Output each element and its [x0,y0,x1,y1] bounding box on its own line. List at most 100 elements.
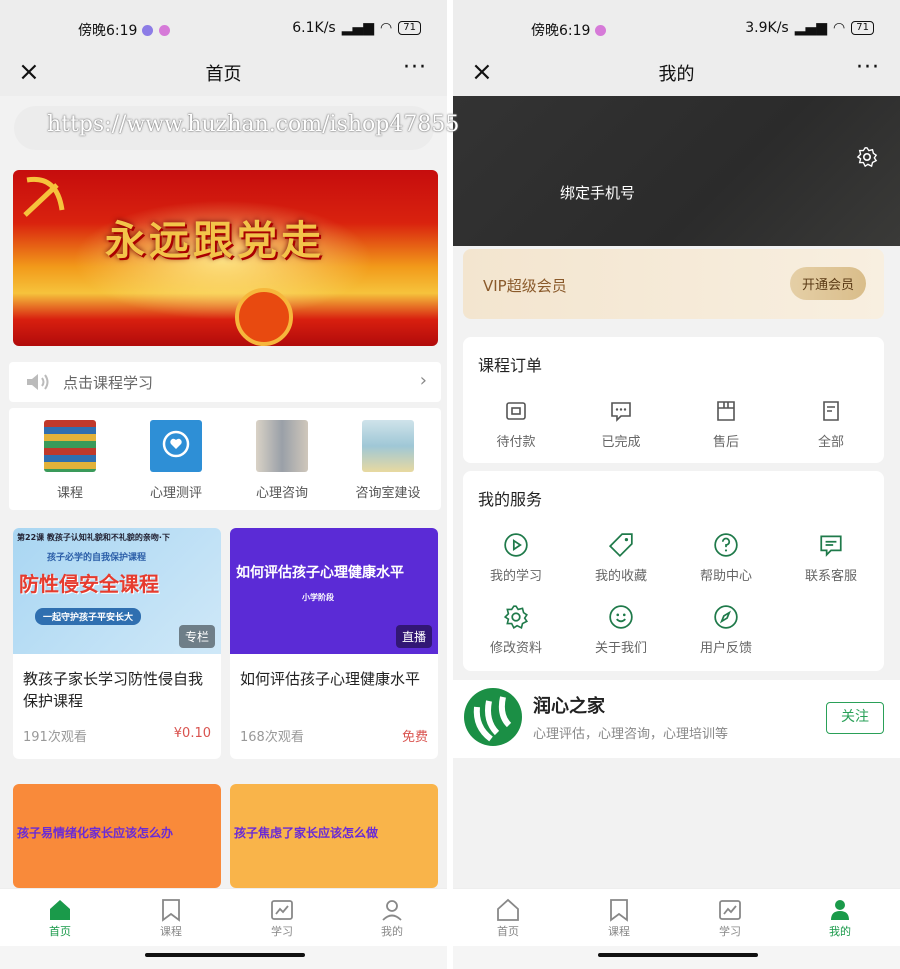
tab-label: 学习 [719,925,741,938]
tab-bar: 首页 课程 学习 我的 [453,888,900,946]
order-all[interactable]: 全部 [791,397,871,450]
category-assessment[interactable]: 心理测评 [131,420,221,501]
orders-panel: 课程订单 待付款 已完成 售后 全部 [463,337,884,463]
service-my-study[interactable]: 我的学习 [476,531,556,584]
services-title: 我的服务 [478,490,543,509]
brand-card: 润心之家 心理评估，心理咨询，心理培训等 关注 [453,680,900,758]
chart-icon [700,897,760,923]
settings-gear-icon[interactable] [856,146,878,168]
cover-sub: 小学阶段 [302,593,334,602]
follow-button[interactable]: 关注 [826,702,884,734]
card-badge: 专栏 [178,625,215,648]
wifi-icon: ◠ [380,20,393,36]
course-cover: 孩子焦虑了家长应该怎么做 [230,784,438,888]
card-views: 191次观看 [23,730,87,745]
compass-icon [686,603,766,631]
home-icon [478,897,538,923]
service-help-center[interactable]: 帮助中心 [686,531,766,584]
network-speed: 3.9K/s [745,20,789,36]
item-label: 修改资料 [489,641,542,656]
category-label: 咨询室建设 [355,486,421,501]
user-icon [810,897,870,923]
service-contact[interactable]: 联系客服 [791,531,871,584]
tab-courses[interactable]: 课程 [141,897,201,939]
service-feedback[interactable]: 用户反馈 [686,603,766,656]
tab-mine[interactable]: 我的 [810,897,870,939]
home-indicator [0,946,447,969]
status-time: 傍晚6:19 [78,23,138,39]
banner-carousel[interactable]: 永远跟党走 [13,170,438,346]
nav-bar: × 我的 ··· [453,52,900,96]
banner-slogan: 永远跟党走 [105,217,325,264]
category-label: 心理测评 [149,486,202,501]
service-about[interactable]: 关于我们 [581,603,661,656]
cover-title: 如何评估孩子心理健康水平 [236,565,404,581]
head-heart-icon [150,420,202,472]
open-vip-button[interactable]: 开通会员 [789,267,866,300]
course-cover: 孩子易情绪化家长应该怎么办 [13,784,221,888]
course-card[interactable]: 如何评估孩子心理健康水平 小学阶段 直播 如何评估孩子心理健康水平 168次观看… [230,528,438,759]
bookmark-icon [589,897,649,923]
tab-study[interactable]: 学习 [252,897,312,939]
status-right: 6.1K/s ▂▄▆ ◠ 71 [292,20,421,36]
card-price: 免费 [401,730,428,745]
more-icon[interactable]: ··· [403,52,427,84]
tab-home[interactable]: 首页 [478,897,538,939]
home-indicator [453,946,900,969]
cover-sub: 孩子必学的自我保护课程 [47,553,147,563]
cover-title: 孩子易情绪化家长应该怎么办 [17,826,174,840]
room-photo-icon [362,420,414,472]
item-label: 用户反馈 [699,641,752,656]
notification-icons [142,24,176,40]
store-icon [686,397,766,425]
signal-icon: ▂▄▆ [341,20,375,36]
category-consult[interactable]: 心理咨询 [237,420,327,501]
tab-label: 首页 [49,925,71,938]
item-label: 联系客服 [804,569,857,584]
card-title: 教孩子家长学习防性侵自我保护课程 [23,670,204,710]
order-completed[interactable]: 已完成 [581,397,661,450]
order-pending-payment[interactable]: 待付款 [476,397,556,450]
wifi-icon: ◠ [833,20,846,36]
category-courses[interactable]: 课程 [25,420,115,501]
course-card[interactable]: 第22课 教孩子认知礼貌和不礼貌的亲吻·下 孩子必学的自我保护课程 防性侵安全课… [13,528,221,759]
status-right: 3.9K/s ▂▄▆ ◠ 71 [745,20,874,36]
item-label: 关于我们 [594,641,647,656]
wallet-icon [476,397,556,425]
tab-label: 课程 [160,925,182,938]
cover-button: 一起守护孩子平安长大 [35,608,142,625]
signal-icon: ▂▄▆ [794,20,828,36]
services-panel: 我的服务 我的学习 我的收藏 帮助中心 联系客服 修改资料 关于我们 用户反馈 [463,471,884,671]
service-edit-profile[interactable]: 修改资料 [476,603,556,656]
order-after-sales[interactable]: 售后 [686,397,766,450]
play-circle-icon [476,531,556,559]
course-card[interactable]: 孩子易情绪化家长应该怎么办 [13,784,221,888]
service-favorites[interactable]: 我的收藏 [581,531,661,584]
chart-icon [252,897,312,923]
page-title: 我的 [658,64,695,85]
vip-card: VIP超级会员 开通会员 [463,249,884,319]
notice-bar[interactable]: 点击课程学习 › [9,362,441,402]
consult-photo-icon [256,420,308,472]
bind-phone-link[interactable]: 绑定手机号 [560,182,635,203]
user-icon [362,897,422,923]
more-icon[interactable]: ··· [856,52,880,84]
course-card[interactable]: 孩子焦虑了家长应该怎么做 [230,784,438,888]
tab-home[interactable]: 首页 [30,897,90,939]
tab-study[interactable]: 学习 [700,897,760,939]
notice-text: 点击课程学习 [63,374,154,392]
card-views: 168次观看 [240,730,304,745]
item-label: 我的收藏 [594,569,647,584]
item-label: 售后 [712,435,739,450]
category-room[interactable]: 咨询室建设 [343,420,433,501]
tab-bar: 首页 课程 学习 我的 [0,888,447,946]
brand-logo [464,688,522,746]
tab-courses[interactable]: 课程 [589,897,649,939]
bookmark-icon [141,897,201,923]
home-icon [30,897,90,923]
status-bar: 傍晚6:19 3.9K/s ▂▄▆ ◠ 71 [453,0,900,52]
tab-mine[interactable]: 我的 [362,897,422,939]
category-label: 课程 [56,486,83,501]
tag-icon [581,531,661,559]
vip-label: VIP超级会员 [483,277,567,295]
